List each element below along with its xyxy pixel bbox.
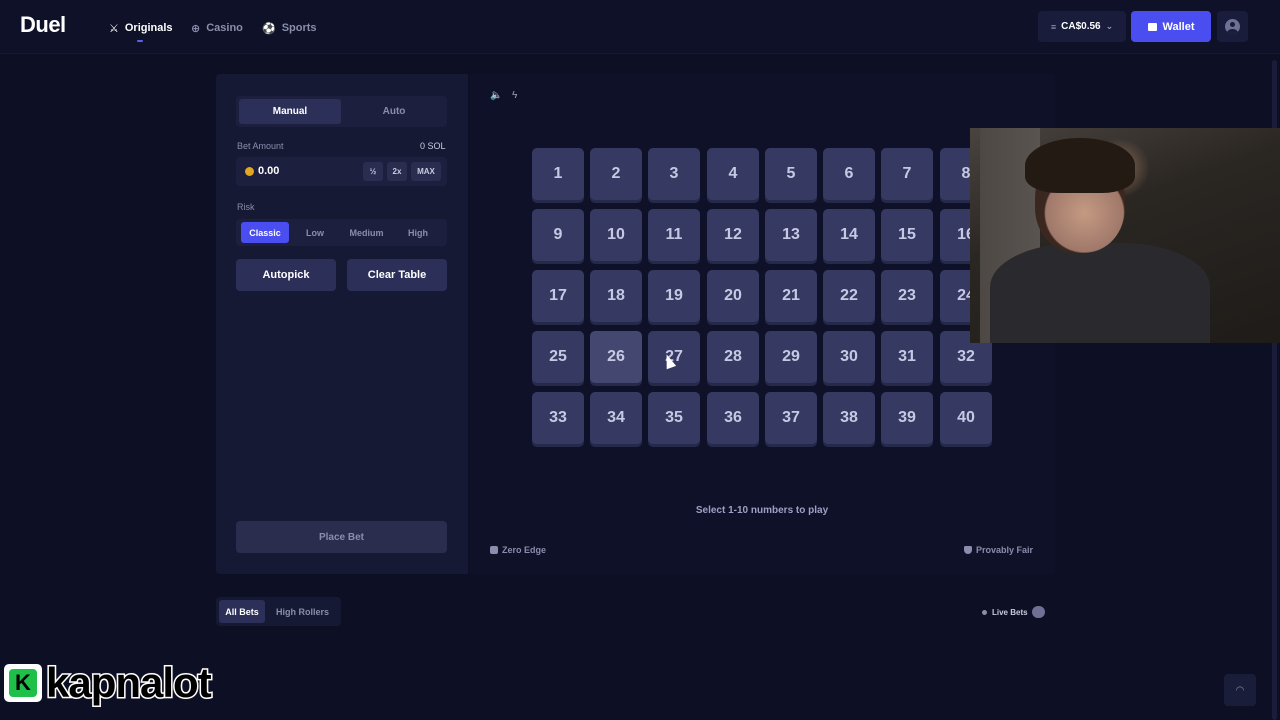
keno-tile[interactable]: 37 — [765, 392, 817, 444]
keno-tile[interactable]: 26 — [590, 331, 642, 383]
sound-icon[interactable]: 🔈 — [490, 90, 502, 101]
keno-tile[interactable]: 27 — [648, 331, 700, 383]
coin-icon — [245, 167, 254, 176]
keno-tile[interactable]: 2 — [590, 148, 642, 200]
keno-tile[interactable]: 30 — [823, 331, 875, 383]
ball-icon: ⚽ — [262, 22, 276, 35]
chevron-down-icon: ⌄ — [1105, 21, 1114, 31]
autopick-button[interactable]: Autopick — [236, 259, 336, 291]
duel-logo[interactable]: Duel — [20, 12, 66, 38]
keno-tile[interactable]: 22 — [823, 270, 875, 322]
keno-tile[interactable]: 1 — [532, 148, 584, 200]
max-bet-button[interactable]: MAX — [411, 162, 441, 181]
keno-tile[interactable]: 3 — [648, 148, 700, 200]
live-dot-icon — [982, 609, 987, 615]
live-bets: Live Bets — [982, 606, 1028, 618]
keno-tile[interactable]: 14 — [823, 209, 875, 261]
risk-medium-button[interactable]: Medium — [341, 222, 392, 243]
nav-casino[interactable]: ⊕ Casino — [191, 19, 243, 37]
keno-tile[interactable]: 35 — [648, 392, 700, 444]
nav-sports-label: Sports — [281, 22, 317, 34]
keno-tile[interactable]: 33 — [532, 392, 584, 444]
bet-amount-label: Bet Amount — [237, 141, 284, 151]
keno-tile[interactable]: 38 — [823, 392, 875, 444]
profile-button[interactable] — [1217, 11, 1248, 42]
support-button[interactable]: ◠ — [1224, 674, 1256, 706]
wallet-icon — [1147, 22, 1157, 31]
keno-tile[interactable]: 34 — [590, 392, 642, 444]
live-bets-label: Live Bets — [992, 607, 1028, 617]
keno-tile[interactable]: 6 — [823, 148, 875, 200]
balance-selector[interactable]: ≡ CA$0.56 ⌄ — [1038, 11, 1126, 42]
wallet-label: Wallet — [1162, 20, 1195, 33]
nav-active-indicator — [137, 40, 143, 42]
headset-icon: ◠ — [1235, 684, 1245, 696]
risk-classic-button[interactable]: Classic — [241, 222, 289, 243]
keno-tile[interactable]: 11 — [648, 209, 700, 261]
provably-fair-label: Provably Fair — [976, 545, 1034, 555]
keno-tile[interactable]: 4 — [707, 148, 759, 200]
crossed-swords-icon: ⚔ — [109, 22, 119, 35]
nav-sports[interactable]: ⚽ Sports — [262, 19, 317, 37]
place-bet-button[interactable]: Place Bet — [236, 521, 447, 553]
zero-edge-label: Zero Edge — [502, 545, 547, 555]
currency-icon: ≡ — [1050, 21, 1057, 32]
keno-tile[interactable]: 7 — [881, 148, 933, 200]
double-bet-button[interactable]: 2x — [387, 162, 407, 181]
lightning-icon[interactable]: ϟ — [512, 90, 517, 101]
keno-tile[interactable]: 28 — [707, 331, 759, 383]
webcam-person-hair — [1025, 138, 1135, 193]
keno-tile[interactable]: 9 — [532, 209, 584, 261]
keno-tile[interactable]: 39 — [881, 392, 933, 444]
provably-fair-link[interactable]: Provably Fair — [964, 545, 1033, 555]
keno-tile[interactable]: 5 — [765, 148, 817, 200]
balance-value: CA$0.56 — [1061, 21, 1101, 32]
wallet-button[interactable]: Wallet — [1131, 11, 1211, 42]
risk-label: Risk — [237, 202, 255, 212]
auto-mode-button[interactable]: Auto — [343, 99, 445, 124]
all-bets-tab[interactable]: All Bets — [219, 600, 265, 623]
keno-tile[interactable]: 12 — [707, 209, 759, 261]
home-icon — [490, 546, 498, 554]
nav-casino-label: Casino — [206, 22, 243, 34]
keno-tile[interactable]: 25 — [532, 331, 584, 383]
webcam-person-body — [990, 243, 1210, 343]
nav-originals-label: Originals — [124, 22, 173, 34]
keno-tile[interactable]: 21 — [765, 270, 817, 322]
keno-tile[interactable]: 15 — [881, 209, 933, 261]
high-rollers-tab[interactable]: High Rollers — [269, 600, 336, 623]
keno-tile[interactable]: 31 — [881, 331, 933, 383]
keno-tile[interactable]: 10 — [590, 209, 642, 261]
select-hint: Select 1-10 numbers to play — [695, 505, 829, 516]
live-bets-toggle[interactable] — [1032, 606, 1045, 618]
chip-icon: ⊕ — [191, 22, 201, 35]
risk-high-button[interactable]: High — [396, 222, 440, 243]
keno-tile[interactable]: 18 — [590, 270, 642, 322]
kapnalot-text: kapnalot — [45, 659, 214, 706]
keno-tile[interactable]: 20 — [707, 270, 759, 322]
keno-tile[interactable]: 13 — [765, 209, 817, 261]
half-bet-button[interactable]: ½ — [363, 162, 383, 181]
clear-table-button[interactable]: Clear Table — [347, 259, 447, 291]
bet-amount-value: 0.00 — [258, 165, 280, 177]
kapnalot-watermark: K kapnalot — [4, 657, 214, 709]
kapnalot-logo-icon: K — [4, 664, 42, 702]
risk-low-button[interactable]: Low — [293, 222, 337, 243]
shield-icon — [964, 546, 972, 554]
webcam-overlay — [970, 128, 1280, 343]
nav-originals[interactable]: ⚔ Originals — [109, 19, 173, 37]
top-header: Duel ⚔ Originals ⊕ Casino ⚽ Sports ≡ CA$… — [0, 0, 1280, 54]
zero-edge-link[interactable]: Zero Edge — [490, 545, 546, 555]
manual-mode-button[interactable]: Manual — [239, 99, 341, 124]
keno-tile[interactable]: 40 — [940, 392, 992, 444]
keno-tile[interactable]: 36 — [707, 392, 759, 444]
keno-tile[interactable]: 29 — [765, 331, 817, 383]
user-icon — [1225, 19, 1240, 34]
bet-amount-currency: 0 SOL — [420, 141, 446, 151]
keno-tile[interactable]: 23 — [881, 270, 933, 322]
keno-tile[interactable]: 19 — [648, 270, 700, 322]
keno-tile[interactable]: 17 — [532, 270, 584, 322]
